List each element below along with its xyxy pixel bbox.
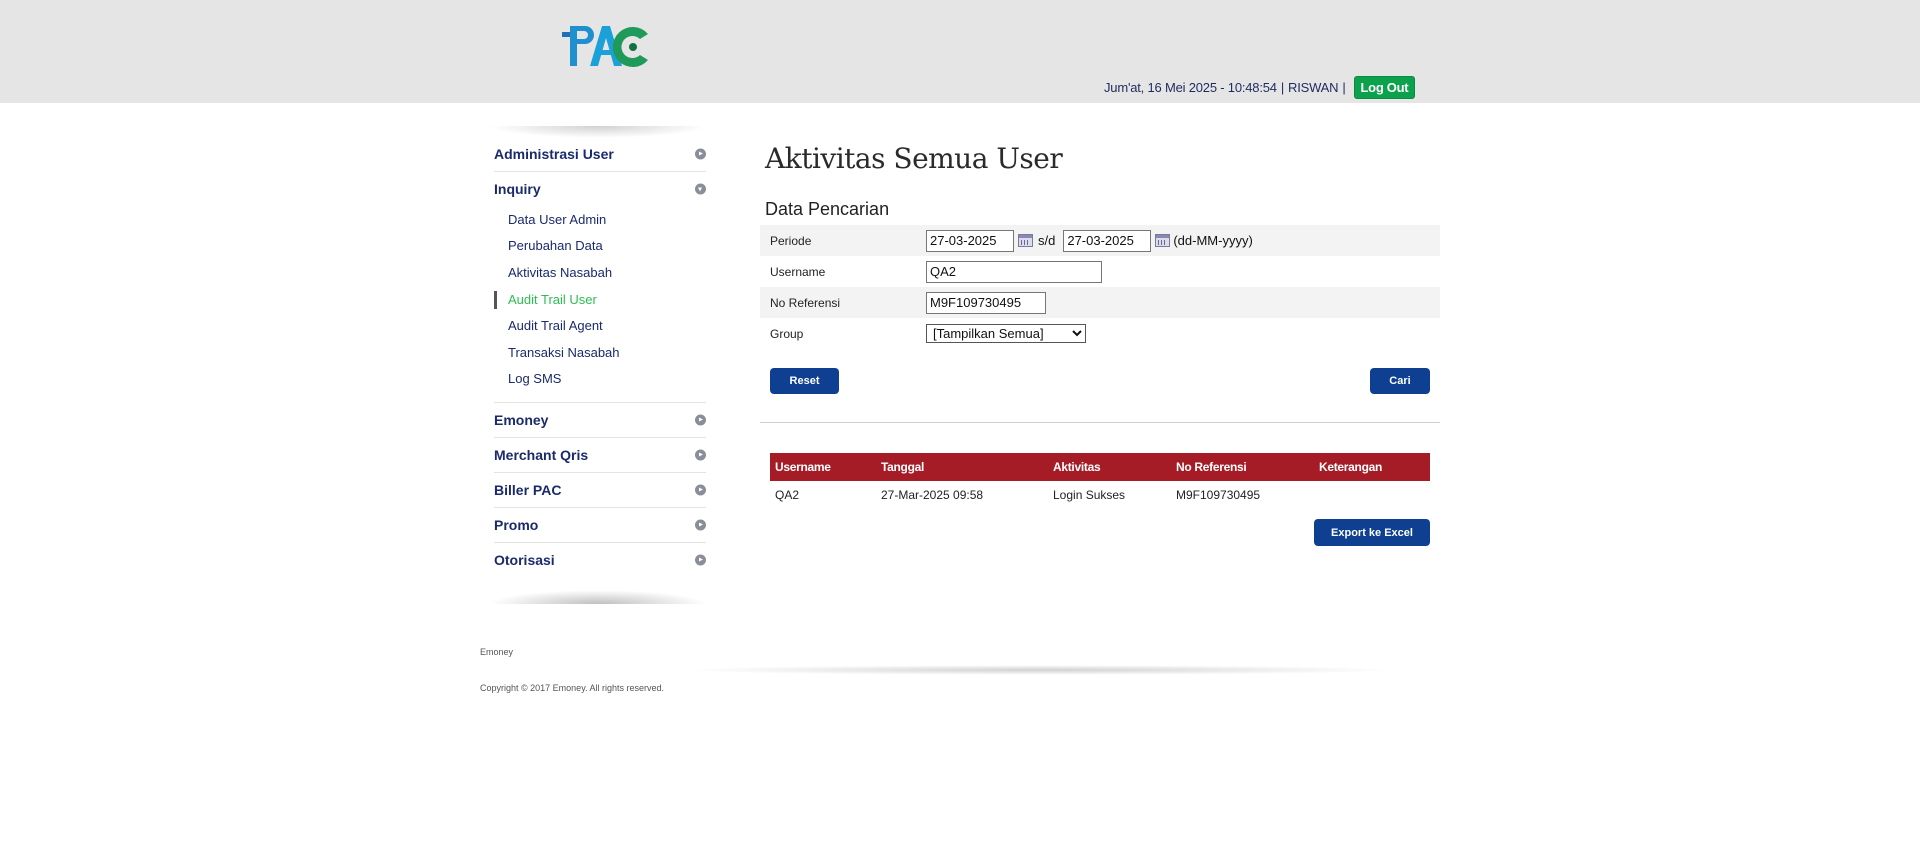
form-row-username: Username (760, 256, 1440, 287)
footer-app-name: Emoney (480, 647, 514, 657)
header-bar: Jum'at, 16 Mei 2025 - 10:48:54 | RISWAN … (0, 0, 1920, 103)
header-username: RISWAN (1288, 79, 1339, 95)
username-input[interactable] (926, 260, 1102, 283)
sidebar-item-administrasi-user[interactable]: Administrasi User (494, 137, 706, 172)
group-field: [Tampilkan Semua] (926, 324, 1086, 343)
search-button[interactable]: Cari (1370, 368, 1430, 394)
sidebar-item-label: Biller PAC (494, 482, 562, 499)
column-header-keterangan: Keterangan (1314, 453, 1430, 481)
calendar-icon[interactable] (1155, 234, 1171, 247)
periode-field: s/d (dd-MM-yyyy) (926, 229, 1253, 252)
form-row-group: Group [Tampilkan Semua] (760, 318, 1440, 349)
sidebar-shadow-bottom (488, 590, 708, 604)
calendar-icon[interactable] (1018, 234, 1033, 247)
column-header-no-referensi: No Referensi (1171, 453, 1314, 481)
chevron-right-icon (695, 449, 706, 461)
date-from-input[interactable] (926, 229, 1014, 252)
sd-label: s/d (1038, 233, 1056, 248)
sidebar-nav: Administrasi User Inquiry Data User Admi… (494, 137, 706, 577)
sidebar-item-biller-pac[interactable]: Biller PAC (494, 473, 706, 509)
header-separator: | (1280, 79, 1285, 95)
column-header-username: Username (770, 453, 876, 481)
column-header-aktivitas: Aktivitas (1048, 453, 1171, 481)
submenu-item-audit-trail-agent[interactable]: Audit Trail Agent (494, 312, 706, 339)
sidebar-item-label: Otorisasi (494, 552, 555, 569)
sidebar-item-label: Emoney (494, 412, 549, 429)
divider (760, 422, 1440, 423)
chevron-right-icon (695, 414, 706, 426)
header-user-info: Jum'at, 16 Mei 2025 - 10:48:54 | RISWAN … (1104, 75, 1416, 99)
chevron-right-icon (695, 554, 706, 566)
cell-no-referensi: M9F109730495 (1176, 488, 1261, 502)
cell-tanggal: 27-Mar-2025 09:58 (881, 488, 984, 502)
submenu-item-log-sms[interactable]: Log SMS (494, 366, 706, 393)
table-row: QA2 27-Mar-2025 09:58 Login Sukses M9F10… (770, 481, 1430, 509)
table-header-row: Username Tanggal Aktivitas No Referensi … (770, 453, 1430, 481)
sidebar-item-label: Merchant Qris (494, 447, 589, 464)
submenu-item-perubahan-data[interactable]: Perubahan Data (494, 233, 706, 260)
cell-aktivitas: Login Sukses (1053, 488, 1126, 502)
username-field (926, 260, 1102, 283)
footer-divider (680, 665, 1400, 675)
sidebar-item-inquiry[interactable]: Inquiry (494, 172, 706, 206)
sidebar-item-label: Promo (494, 517, 539, 534)
chevron-right-icon (695, 484, 706, 496)
submenu-item-aktivitas-nasabah[interactable]: Aktivitas Nasabah (494, 259, 706, 286)
date-to-input[interactable] (1063, 229, 1152, 252)
submenu-item-audit-trail-user[interactable]: Audit Trail User (494, 286, 706, 313)
chevron-down-icon (695, 183, 706, 195)
sidebar-item-otorisasi[interactable]: Otorisasi (494, 543, 706, 577)
no-referensi-label: No Referensi (770, 295, 841, 310)
header-separator-2: | (1342, 79, 1346, 95)
no-referensi-field (926, 291, 1046, 314)
pac-logo[interactable] (560, 22, 652, 72)
group-label: Group (770, 326, 804, 341)
cell-username: QA2 (775, 488, 800, 502)
logout-button[interactable]: Log Out (1353, 75, 1416, 99)
chevron-right-icon (695, 519, 706, 531)
sidebar-item-label: Inquiry (494, 181, 541, 197)
group-select[interactable]: [Tampilkan Semua] (926, 324, 1086, 343)
submenu-item-data-user-admin[interactable]: Data User Admin (494, 206, 706, 233)
section-title: Data Pencarian (765, 199, 890, 219)
form-row-no-referensi: No Referensi (760, 287, 1440, 318)
no-referensi-input[interactable] (926, 291, 1046, 314)
periode-label: Periode (770, 233, 812, 248)
username-label: Username (770, 264, 826, 279)
footer-copyright: Copyright © 2017 Emoney. All rights rese… (480, 683, 665, 693)
sidebar-item-merchant-qris[interactable]: Merchant Qris (494, 438, 706, 474)
sidebar-item-emoney[interactable]: Emoney (494, 403, 706, 439)
form-row-periode: Periode s/d (dd-MM-yyyy) (760, 225, 1440, 256)
export-excel-button[interactable]: Export ke Excel (1314, 519, 1430, 546)
submenu-item-transaksi-nasabah[interactable]: Transaksi Nasabah (494, 339, 706, 366)
page-title: Aktivitas Semua User (765, 142, 1063, 175)
sidebar-item-label: Administrasi User (494, 146, 614, 162)
chevron-right-icon (695, 148, 706, 160)
cell-keterangan (1314, 481, 1430, 509)
search-form: Periode s/d (dd-MM-yyyy) Username No Ref… (760, 225, 1440, 349)
results-table: Username Tanggal Aktivitas No Referensi … (770, 453, 1430, 509)
column-header-tanggal: Tanggal (876, 453, 1048, 481)
inquiry-submenu: Data User Admin Perubahan Data Aktivitas… (494, 206, 706, 404)
date-format-hint: (dd-MM-yyyy) (1173, 233, 1253, 248)
sidebar-item-promo[interactable]: Promo (494, 508, 706, 544)
header-datetime: Jum'at, 16 Mei 2025 - 10:48:54 (1104, 79, 1277, 95)
reset-button[interactable]: Reset (770, 368, 839, 394)
